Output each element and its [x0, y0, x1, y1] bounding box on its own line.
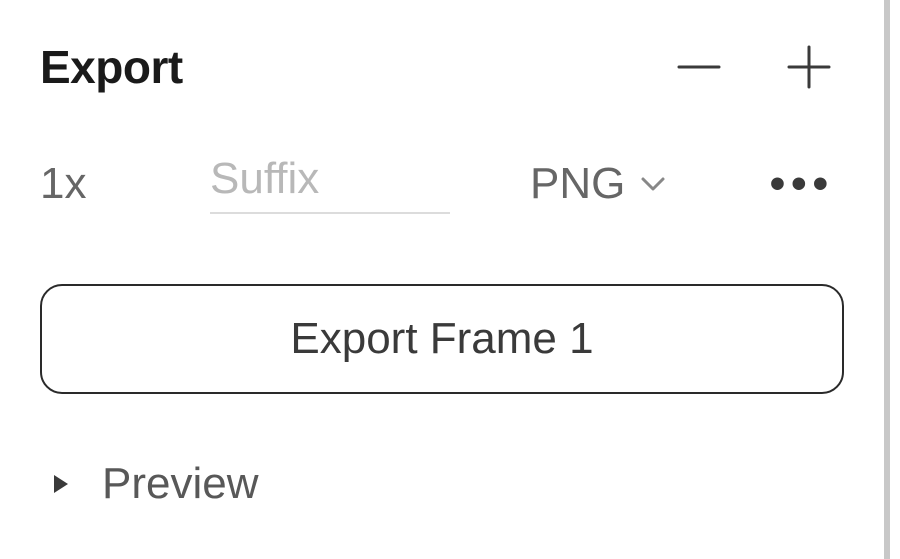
disclosure-triangle-icon [50, 473, 72, 495]
add-export-button[interactable] [784, 42, 834, 92]
chevron-down-icon [639, 170, 667, 198]
export-frame-button[interactable]: Export Frame 1 [40, 284, 844, 394]
preview-toggle[interactable]: Preview [40, 459, 844, 509]
more-options-button[interactable]: ••• [770, 159, 844, 209]
export-panel: Export 1x PNG [0, 0, 890, 559]
ellipsis-icon: ••• [770, 159, 834, 208]
header-actions [674, 42, 844, 92]
export-settings-row: 1x PNG ••• [40, 154, 844, 214]
minus-icon [675, 43, 723, 91]
remove-export-button[interactable] [674, 42, 724, 92]
format-value: PNG [530, 159, 625, 209]
plus-icon [785, 43, 833, 91]
preview-label: Preview [102, 459, 259, 509]
export-title: Export [40, 40, 183, 94]
suffix-input[interactable] [210, 154, 450, 214]
format-select[interactable]: PNG [530, 159, 667, 209]
scale-select[interactable]: 1x [40, 159, 210, 209]
export-header: Export [40, 30, 844, 94]
